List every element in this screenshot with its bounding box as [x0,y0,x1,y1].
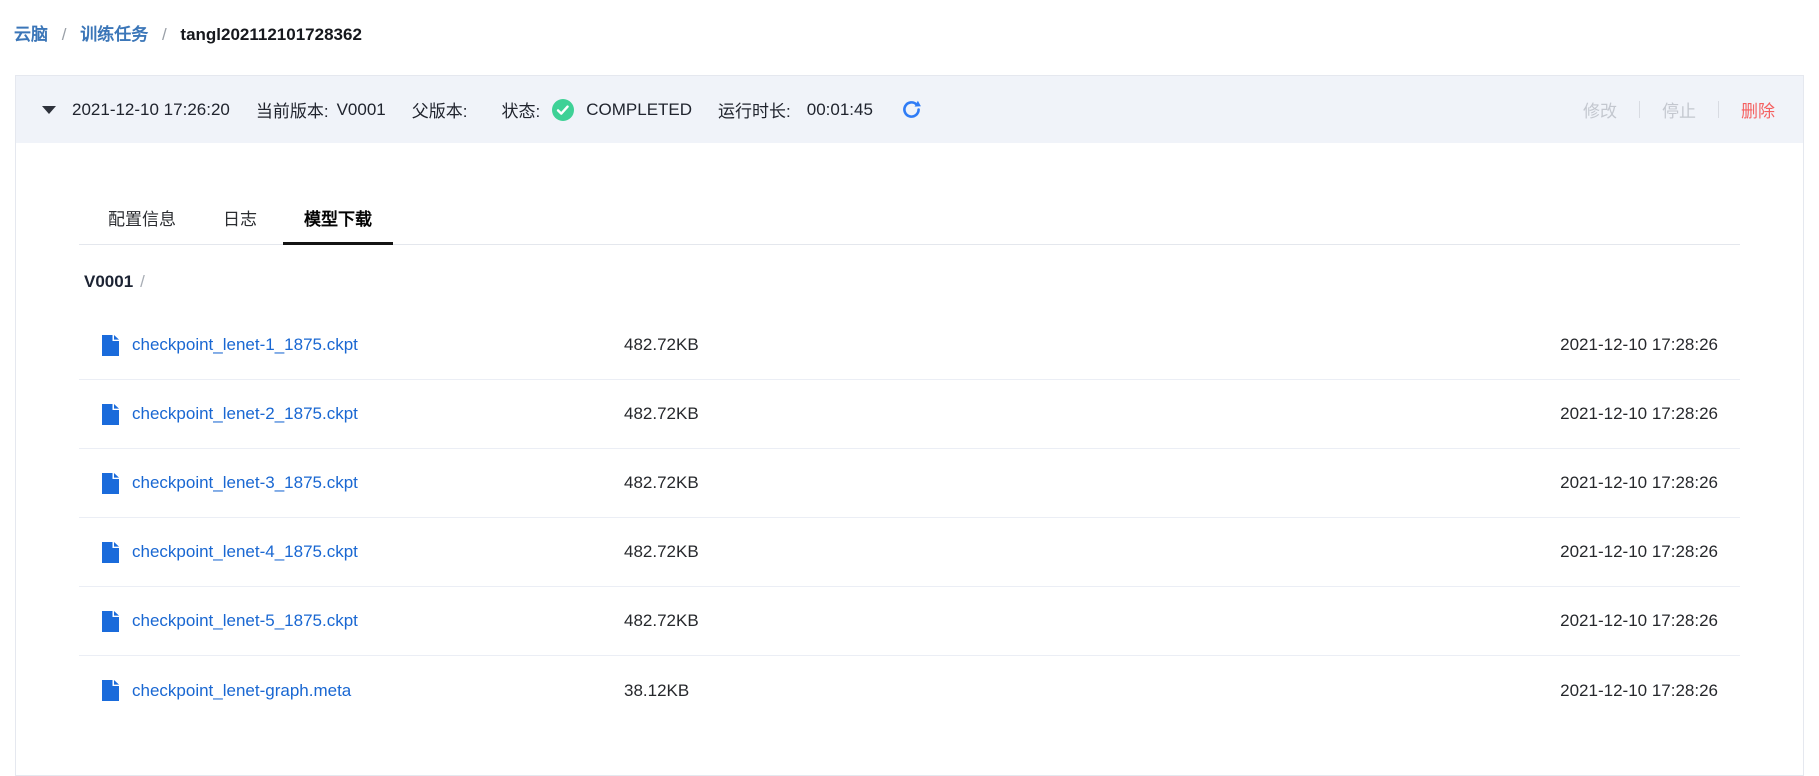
model-version-path: V0001 / [84,272,1740,292]
tab-config-info[interactable]: 配置信息 [87,195,197,245]
file-icon [102,473,119,494]
task-detail-card: 2021-12-10 17:26:20 当前版本: V0001 父版本: 状态:… [15,75,1804,776]
model-file-table: checkpoint_lenet-1_1875.ckpt 482.72KB 20… [79,311,1740,725]
file-row: checkpoint_lenet-5_1875.ckpt 482.72KB 20… [79,587,1740,656]
file-modified-time: 2021-12-10 17:28:26 [1560,335,1718,355]
version-header-bar: 2021-12-10 17:26:20 当前版本: V0001 父版本: 状态:… [16,76,1803,143]
breadcrumb-current-task: tangl202112101728362 [180,25,362,44]
breadcrumb-link-cloudbrain[interactable]: 云脑 [14,25,48,44]
file-download-link[interactable]: checkpoint_lenet-4_1875.ckpt [132,542,358,562]
file-modified-time: 2021-12-10 17:28:26 [1560,542,1718,562]
action-divider [1639,101,1640,118]
file-name-cell: checkpoint_lenet-1_1875.ckpt [79,335,624,356]
file-icon [102,404,119,425]
delete-button[interactable]: 删除 [1741,97,1775,122]
file-size: 482.72KB [624,611,1560,631]
collapse-caret-icon[interactable] [42,106,56,114]
breadcrumb-separator: / [162,25,167,44]
file-icon [102,542,119,563]
modify-button[interactable]: 修改 [1583,97,1617,122]
file-download-link[interactable]: checkpoint_lenet-1_1875.ckpt [132,335,358,355]
refresh-icon[interactable] [901,99,922,120]
breadcrumb: 云脑 / 训练任务 / tangl202112101728362 [0,0,1819,44]
file-name-cell: checkpoint_lenet-3_1875.ckpt [79,473,624,494]
breadcrumb-link-training-tasks[interactable]: 训练任务 [80,25,148,44]
file-row: checkpoint_lenet-2_1875.ckpt 482.72KB 20… [79,380,1740,449]
action-divider [1718,101,1719,118]
file-size: 482.72KB [624,473,1560,493]
file-download-link[interactable]: checkpoint_lenet-3_1875.ckpt [132,473,358,493]
file-size: 482.72KB [624,335,1560,355]
file-name-cell: checkpoint_lenet-5_1875.ckpt [79,611,624,632]
file-row: checkpoint_lenet-graph.meta 38.12KB 2021… [79,656,1740,725]
file-name-cell: checkpoint_lenet-2_1875.ckpt [79,404,624,425]
stop-button[interactable]: 停止 [1662,97,1696,122]
file-icon [102,611,119,632]
status-check-circle-icon [552,99,574,121]
file-name-cell: checkpoint_lenet-4_1875.ckpt [79,542,624,563]
parent-version-label: 父版本: [412,97,468,122]
version-actions: 修改 停止 删除 [1583,97,1775,122]
file-row: checkpoint_lenet-1_1875.ckpt 482.72KB 20… [79,311,1740,380]
file-name-cell: checkpoint_lenet-graph.meta [79,680,624,701]
tab-model-download[interactable]: 模型下载 [283,195,393,245]
status-label: 状态: [502,97,541,122]
page: 云脑 / 训练任务 / tangl202112101728362 2021-12… [0,0,1819,776]
duration-value: 00:01:45 [807,100,873,120]
file-size: 38.12KB [624,681,1560,701]
current-version-label: 当前版本: [256,97,329,122]
status-value: COMPLETED [586,100,692,120]
file-download-link[interactable]: checkpoint_lenet-5_1875.ckpt [132,611,358,631]
file-size: 482.72KB [624,404,1560,424]
version-created-time: 2021-12-10 17:26:20 [72,100,230,120]
file-icon [102,335,119,356]
file-modified-time: 2021-12-10 17:28:26 [1560,681,1718,701]
version-detail-body: 配置信息 日志 模型下载 V0001 / checkpoint_lenet-1_1… [16,195,1803,725]
file-download-link[interactable]: checkpoint_lenet-2_1875.ckpt [132,404,358,424]
version-folder[interactable]: V0001 [84,272,133,291]
breadcrumb-separator: / [62,25,67,44]
duration: 运行时长: 00:01:45 [718,97,873,122]
file-icon [102,680,119,701]
parent-version: 父版本: [412,97,476,122]
file-modified-time: 2021-12-10 17:28:26 [1560,404,1718,424]
file-size: 482.72KB [624,542,1560,562]
file-row: checkpoint_lenet-3_1875.ckpt 482.72KB 20… [79,449,1740,518]
path-separator: / [140,272,145,291]
duration-label: 运行时长: [718,97,791,122]
file-download-link[interactable]: checkpoint_lenet-graph.meta [132,681,351,701]
tab-bar: 配置信息 日志 模型下载 [79,195,1740,245]
file-row: checkpoint_lenet-4_1875.ckpt 482.72KB 20… [79,518,1740,587]
file-modified-time: 2021-12-10 17:28:26 [1560,473,1718,493]
tab-logs[interactable]: 日志 [202,195,278,245]
current-version: 当前版本: V0001 [256,97,386,122]
current-version-value: V0001 [337,100,386,120]
file-modified-time: 2021-12-10 17:28:26 [1560,611,1718,631]
status: 状态: COMPLETED [502,97,693,122]
